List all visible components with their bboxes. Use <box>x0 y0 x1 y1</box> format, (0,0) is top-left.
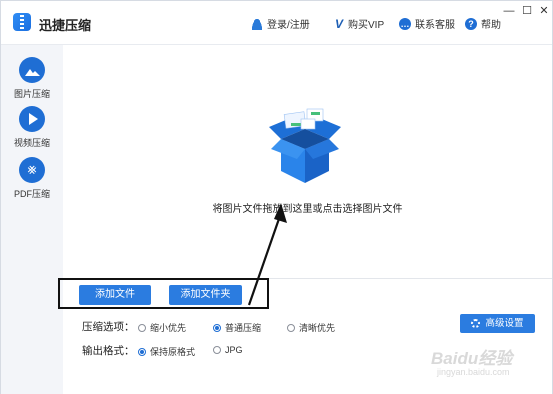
sidebar-item-pdf-compress[interactable]: PDF压缩 <box>1 157 63 200</box>
chat-icon: … <box>399 17 411 30</box>
sidebar-item-image-compress[interactable]: 图片压缩 <box>1 57 63 100</box>
gear-icon <box>471 319 481 328</box>
baidu-watermark-url: jingyan.baidu.com <box>437 367 510 377</box>
sidebar: 图片压缩 视频压缩 PDF压缩 <box>1 45 63 394</box>
buy-vip-label: 购买VIP <box>348 20 385 31</box>
radio-keep-format[interactable]: 保持原格式 <box>138 345 195 358</box>
radio-normal-compress[interactable]: 普通压缩 <box>213 321 261 334</box>
help-icon: ? <box>465 17 477 30</box>
radio-label: JPG <box>225 345 243 355</box>
radio-dot <box>213 346 221 354</box>
radio-dot <box>138 323 146 332</box>
maximize-button[interactable]: ☐ <box>521 5 533 17</box>
app-window: 迅捷压缩 登录/注册 V 购买VIP … 联系客服 ? 帮助 — ☐ ✕ 图片压… <box>0 0 553 394</box>
annotation-arrow-icon <box>247 203 287 306</box>
user-icon <box>251 17 263 30</box>
radio-label: 普通压缩 <box>225 323 262 333</box>
title-bar: 迅捷压缩 登录/注册 V 购买VIP … 联系客服 ? 帮助 — ☐ ✕ <box>1 1 552 45</box>
help-link[interactable]: ? 帮助 <box>465 16 501 31</box>
minimize-button[interactable]: — <box>503 5 515 17</box>
radio-dot <box>287 323 295 332</box>
pdf-icon <box>19 157 45 183</box>
advanced-settings-button[interactable]: 高级设置 <box>460 314 535 333</box>
radio-dot <box>138 347 146 356</box>
file-drop-zone[interactable]: 将图片文件拖放到这里或点击选择图片文件 <box>63 45 552 278</box>
sidebar-item-label: 图片压缩 <box>13 89 50 99</box>
image-icon <box>19 57 45 83</box>
drop-instruction: 将图片文件拖放到这里或点击选择图片文件 <box>212 204 403 215</box>
compress-options-label: 压缩选项： <box>82 321 135 333</box>
radio-label: 缩小优先 <box>150 323 187 333</box>
sidebar-item-video-compress[interactable]: 视频压缩 <box>1 106 63 149</box>
advanced-settings-label: 高级设置 <box>485 318 524 329</box>
buy-vip-link[interactable]: V 购买VIP <box>335 16 385 32</box>
radio-dot <box>213 323 221 332</box>
play-icon <box>19 106 45 132</box>
login-label: 登录/注册 <box>267 20 310 31</box>
radio-jpg[interactable]: JPG <box>213 345 243 355</box>
radio-label: 保持原格式 <box>150 347 196 357</box>
radio-label: 清晰优先 <box>299 323 336 333</box>
sidebar-item-label: 视频压缩 <box>13 138 50 148</box>
main-panel: 将图片文件拖放到这里或点击选择图片文件 添加文件 添加文件夹 压缩选项： 缩小优… <box>63 45 552 394</box>
open-box-icon <box>269 108 341 183</box>
output-format-label: 输出格式： <box>82 345 135 357</box>
annotation-highlight-box <box>58 278 269 309</box>
support-label: 联系客服 <box>415 20 455 31</box>
help-label: 帮助 <box>481 20 501 31</box>
sidebar-item-label: PDF压缩 <box>13 189 50 199</box>
baidu-watermark: Baidu经验 <box>431 349 513 368</box>
radio-shrink-first[interactable]: 缩小优先 <box>138 321 186 334</box>
vip-icon: V <box>335 16 344 31</box>
radio-clarity-first[interactable]: 清晰优先 <box>287 321 335 334</box>
close-button[interactable]: ✕ <box>538 5 550 17</box>
app-title: 迅捷压缩 <box>39 18 92 33</box>
app-logo-icon <box>13 13 31 31</box>
login-link[interactable]: 登录/注册 <box>251 16 310 31</box>
support-link[interactable]: … 联系客服 <box>399 16 455 31</box>
